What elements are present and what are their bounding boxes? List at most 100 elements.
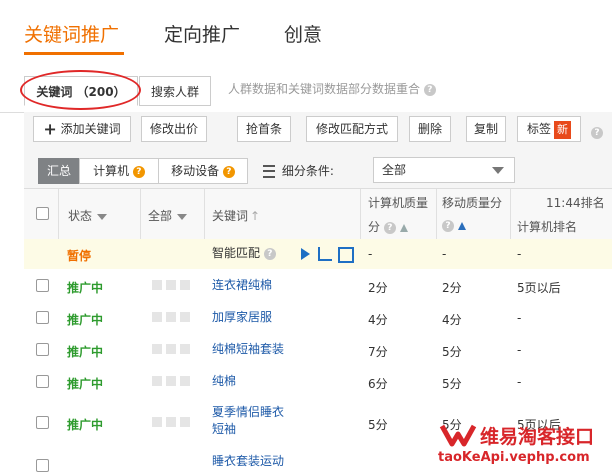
segment-select[interactable]: 全部 bbox=[373, 157, 515, 183]
watermark-title: 维易淘客接口 bbox=[480, 426, 595, 448]
row-checkbox[interactable] bbox=[36, 416, 49, 429]
status-header[interactable]: 状态 bbox=[68, 207, 108, 224]
help-icon[interactable]: ? bbox=[442, 219, 454, 232]
copy-button[interactable]: 复制 bbox=[466, 116, 506, 142]
sort-up-icon[interactable] bbox=[399, 223, 408, 232]
edit-bid-button[interactable]: 修改出价 bbox=[141, 116, 207, 142]
delete-button[interactable]: 删除 bbox=[409, 116, 451, 142]
summary-tab[interactable]: 汇总 bbox=[38, 158, 80, 184]
placeholder-cell bbox=[166, 344, 176, 354]
report-icon[interactable] bbox=[338, 247, 354, 263]
row-status: 推广中 bbox=[67, 377, 104, 391]
row-pc-quality: 7分 bbox=[368, 345, 388, 359]
row-pc-quality: 4分 bbox=[368, 313, 388, 327]
help-icon[interactable]: ? bbox=[222, 165, 235, 178]
sort-down-icon bbox=[177, 213, 188, 220]
pc-quality-header[interactable]: 计算机质量 bbox=[368, 194, 428, 211]
pc-quality-header-line2: 分 ? bbox=[368, 218, 408, 235]
row-checkbox[interactable] bbox=[36, 279, 49, 292]
mobile-tab[interactable]: 移动设备 ? bbox=[158, 158, 248, 184]
play-icon[interactable] bbox=[301, 248, 310, 260]
table-row[interactable]: 推广中 加厚家居服 4分 4分 - bbox=[24, 301, 612, 334]
row-status: 推广中 bbox=[67, 418, 104, 432]
row-keyword[interactable]: 连衣裙纯棉 bbox=[212, 277, 272, 294]
row-pc-quality: - bbox=[368, 247, 373, 261]
mobile-quality-icons: ? bbox=[442, 218, 466, 232]
row-status: 暂停 bbox=[67, 249, 92, 263]
row-pc-quality: 2分 bbox=[368, 281, 388, 295]
row-mobile-quality: 5分 bbox=[442, 377, 462, 391]
placeholder-cell bbox=[152, 417, 162, 427]
all-header-label: 全部 bbox=[148, 209, 173, 223]
table-row[interactable]: 暂停 智能匹配 ? - - - bbox=[24, 239, 612, 270]
row-keyword[interactable]: 纯棉 bbox=[212, 373, 236, 390]
placeholder-cell bbox=[166, 280, 176, 290]
toolbar: + 添加关键词 修改出价 抢首条 修改匹配方式 删除 复制 标签新 ? bbox=[24, 112, 612, 151]
nav-active-underline bbox=[24, 52, 124, 55]
add-keyword-button[interactable]: + 添加关键词 bbox=[33, 116, 131, 142]
placeholder-cell bbox=[180, 376, 190, 386]
row-pc-rank: 5页以后 bbox=[517, 281, 561, 295]
row-pc-quality: 6分 bbox=[368, 377, 388, 391]
edit-match-button[interactable]: 修改匹配方式 bbox=[306, 116, 398, 142]
row-keyword[interactable]: 纯棉短袖套装 bbox=[212, 341, 284, 358]
row-keyword-text: 智能匹配 bbox=[212, 246, 261, 260]
add-keyword-label: 添加关键词 bbox=[60, 122, 121, 136]
sort-up-icon: ↑ bbox=[250, 209, 261, 223]
row-keyword[interactable]: 睡衣套装运动 bbox=[212, 453, 284, 470]
help-icon[interactable]: ? bbox=[591, 122, 603, 141]
row-status: 推广中 bbox=[67, 281, 104, 295]
mobile-label: 移动设备 bbox=[171, 164, 220, 178]
placeholder-cell bbox=[152, 280, 162, 290]
placeholder-cell bbox=[166, 376, 176, 386]
all-header[interactable]: 全部 bbox=[148, 207, 188, 224]
table-row[interactable]: 推广中 纯棉短袖套装 7分 5分 - bbox=[24, 333, 612, 366]
sort-up-icon[interactable] bbox=[457, 221, 466, 230]
status-header-label: 状态 bbox=[68, 209, 93, 223]
row-checkbox[interactable] bbox=[36, 311, 49, 324]
new-badge: 新 bbox=[554, 120, 571, 139]
row-mobile-quality: - bbox=[442, 247, 447, 261]
placeholder-cell bbox=[166, 312, 176, 322]
row-keyword-line2: 短袖 bbox=[212, 422, 237, 436]
computer-label: 计算机 bbox=[93, 164, 130, 178]
row-pc-quality: 5分 bbox=[368, 418, 388, 432]
table-row[interactable]: 推广中 连衣裙纯棉 2分 2分 5页以后 bbox=[24, 269, 612, 302]
segment-label-group: 细分条件: bbox=[263, 162, 334, 179]
help-icon[interactable]: ? bbox=[383, 221, 396, 234]
row-keyword[interactable]: 加厚家居服 bbox=[212, 309, 272, 326]
placeholder-cell bbox=[166, 417, 176, 427]
placeholder-cell bbox=[152, 376, 162, 386]
annotation-ring bbox=[20, 70, 141, 110]
keyword-header[interactable]: 关键词 ↑ bbox=[212, 207, 260, 224]
help-icon[interactable]: ? bbox=[423, 83, 436, 96]
row-keyword: 智能匹配 ? bbox=[212, 245, 276, 262]
plus-icon: + bbox=[43, 119, 57, 139]
row-mobile-quality: 4分 bbox=[442, 313, 462, 327]
pc-quality-header-label: 计算机质量 bbox=[368, 196, 429, 210]
row-checkbox[interactable] bbox=[36, 459, 49, 472]
chart-icon[interactable] bbox=[318, 247, 332, 261]
filter-bar: 汇总 计算机 ? 移动设备 ? 细分条件: 全部 bbox=[24, 150, 612, 188]
help-icon[interactable]: ? bbox=[263, 247, 276, 260]
help-icon[interactable]: ? bbox=[132, 165, 145, 178]
row-keyword[interactable]: 夏季情侣睡衣 短袖 bbox=[212, 404, 284, 438]
watermark: 维易淘客接口 taoKeApi.vephp.com bbox=[428, 418, 612, 467]
mobile-quality-header[interactable]: 移动质量分 bbox=[442, 194, 502, 211]
placeholder-cell bbox=[152, 312, 162, 322]
row-pc-rank: - bbox=[517, 375, 522, 389]
tags-button[interactable]: 标签新 bbox=[517, 116, 581, 142]
table-row[interactable]: 推广中 纯棉 6分 5分 - bbox=[24, 365, 612, 398]
nav-creative[interactable]: 创意 bbox=[284, 24, 322, 46]
select-all-checkbox[interactable] bbox=[36, 207, 49, 220]
row-status: 推广中 bbox=[67, 345, 104, 359]
tab-search-crowd[interactable]: 搜索人群 bbox=[139, 76, 211, 106]
computer-tab[interactable]: 计算机 ? bbox=[79, 158, 159, 184]
row-pc-rank: - bbox=[517, 343, 522, 357]
row-checkbox[interactable] bbox=[36, 375, 49, 388]
nav-keyword-promotion[interactable]: 关键词推广 bbox=[24, 24, 119, 46]
segment-label: 细分条件: bbox=[281, 164, 334, 178]
grab-top-button[interactable]: 抢首条 bbox=[237, 116, 291, 142]
row-checkbox[interactable] bbox=[36, 343, 49, 356]
nav-targeted-promotion[interactable]: 定向推广 bbox=[164, 24, 240, 46]
